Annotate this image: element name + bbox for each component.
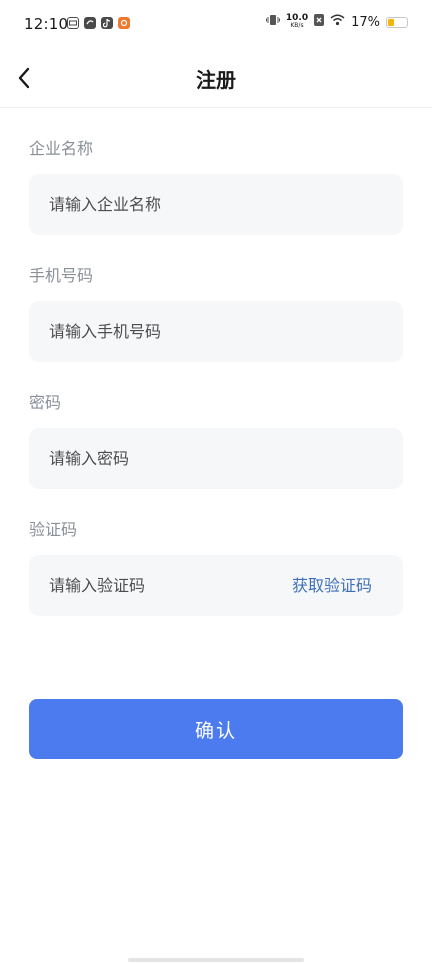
phone-number-label: 手机号码	[29, 266, 94, 285]
vibrate-icon	[265, 14, 280, 30]
battery-icon	[386, 16, 408, 28]
notification-box-icon	[67, 17, 79, 29]
status-notification-icons	[67, 17, 130, 29]
verification-code-input[interactable]	[49, 555, 279, 616]
register-form: 企业名称 手机号码 密码 验证码 获取验证码	[29, 138, 403, 646]
battery-percent: 17%	[351, 14, 380, 30]
password-field	[29, 428, 403, 489]
home-indicator[interactable]	[128, 958, 304, 962]
app-loop-icon	[84, 17, 96, 29]
password-input[interactable]	[49, 428, 349, 489]
status-right-group: 10.0 KB/s 17%	[265, 14, 408, 30]
phone-number-field	[29, 301, 403, 362]
password-label: 密码	[29, 393, 62, 412]
verification-code-field: 获取验证码	[29, 555, 403, 616]
tiktok-icon	[101, 17, 113, 29]
page-title: 注册	[196, 68, 236, 92]
company-name-input[interactable]	[49, 174, 349, 235]
taobao-icon	[118, 17, 130, 29]
net-speed-value: 10.0	[285, 13, 309, 23]
wifi-icon	[330, 14, 345, 30]
status-bar: 12:10 10.0 KB/s 17%	[0, 0, 432, 52]
battery-fill	[388, 18, 394, 26]
nav-header: 注册	[0, 52, 432, 108]
status-time: 12:10	[24, 15, 69, 33]
sim-x-icon	[314, 14, 325, 30]
get-code-button[interactable]: 获取验证码	[292, 555, 372, 616]
verification-code-label: 验证码	[29, 520, 78, 539]
company-name-field	[29, 174, 403, 235]
net-speed: 10.0 KB/s	[286, 14, 308, 30]
net-speed-unit: KB/s	[290, 22, 304, 29]
company-name-label: 企业名称	[29, 139, 94, 158]
confirm-button[interactable]: 确认	[29, 699, 403, 759]
phone-number-input[interactable]	[49, 301, 349, 362]
